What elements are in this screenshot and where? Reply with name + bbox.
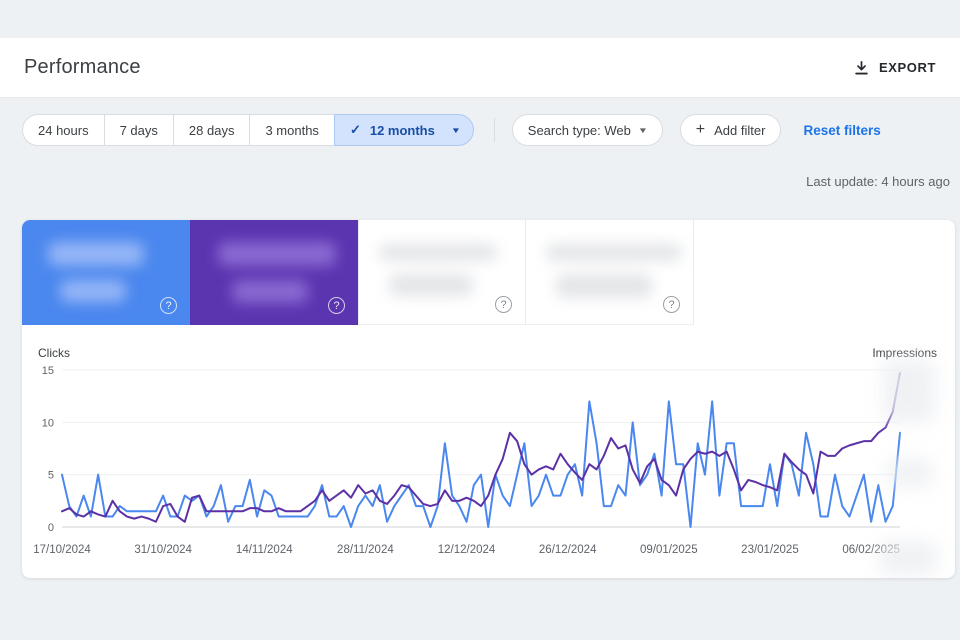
help-icon[interactable]: ? — [328, 297, 345, 314]
x-tick-label: 12/12/2024 — [438, 544, 496, 556]
x-tick-label: 26/12/2024 — [539, 544, 597, 556]
metric-card-blue[interactable]: ? — [22, 220, 190, 325]
performance-chart[interactable]: Clicks Impressions 05101517/10/202431/10… — [22, 325, 955, 578]
metric-card-white-1[interactable]: ? — [358, 220, 526, 325]
add-filter-label: Add filter — [714, 123, 765, 138]
performance-panel: ? ? ? ? Clicks Impressions 05101517/10/2… — [22, 220, 955, 578]
metric-card-purple[interactable]: ? — [190, 220, 358, 325]
date-range-3-months[interactable]: 3 months — [249, 114, 334, 146]
series-line-clicks — [62, 401, 900, 527]
chart-canvas[interactable]: 0 5 10 15 17/10/2024 31/10/2024 14/11/2024 28/1… — [22, 325, 955, 578]
add-filter-button[interactable]: + Add filter — [680, 114, 782, 146]
x-tick-label: 14/11/2024 — [236, 544, 293, 556]
chip-label: 12 months — [370, 123, 435, 138]
export-label: EXPORT — [879, 60, 936, 75]
chevron-down-icon: ▼ — [638, 126, 648, 135]
chevron-down-icon: ▼ — [451, 126, 461, 135]
date-range-24-hours[interactable]: 24 hours — [22, 114, 105, 146]
blurred-value — [48, 242, 144, 266]
x-tick-label: 23/01/2025 — [741, 544, 799, 556]
blurred-value — [546, 244, 682, 261]
blurred-value — [60, 280, 126, 302]
date-range-12-months-selected[interactable]: ✓ 12 months ▼ — [334, 114, 474, 146]
metric-card-white-2[interactable]: ? — [526, 220, 694, 325]
y-tick-label: 5 — [48, 470, 54, 482]
blurred-value — [218, 242, 336, 266]
filter-toolbar: 24 hours 7 days 28 days 3 months ✓ 12 mo… — [22, 114, 950, 146]
export-button[interactable]: EXPORT — [845, 53, 944, 82]
series-line-impressions — [62, 373, 900, 522]
date-range-7-days[interactable]: 7 days — [104, 114, 174, 146]
page-title: Performance — [24, 56, 141, 79]
blurred-value — [232, 280, 308, 303]
date-range-28-days[interactable]: 28 days — [173, 114, 251, 146]
help-icon[interactable]: ? — [495, 296, 512, 313]
blurred-value — [389, 274, 473, 296]
metric-cards-row: ? ? ? ? — [22, 220, 955, 325]
search-type-dropdown[interactable]: Search type: Web ▼ — [512, 114, 663, 146]
help-icon[interactable]: ? — [160, 297, 177, 314]
chip-label: 7 days — [120, 123, 158, 138]
blurred-value — [556, 274, 652, 298]
page-header: Performance EXPORT — [0, 38, 960, 98]
chip-label: 28 days — [189, 123, 235, 138]
date-range-group: 24 hours 7 days 28 days 3 months ✓ 12 mo… — [22, 114, 474, 146]
toolbar-divider — [494, 118, 495, 142]
y-tick-label: 10 — [42, 417, 54, 429]
last-update-text: Last update: 4 hours ago — [806, 174, 950, 189]
x-tick-label: 17/10/2024 — [33, 544, 91, 556]
x-tick-label: 31/10/2024 — [134, 544, 192, 556]
search-type-label: Search type: Web — [528, 123, 631, 138]
blurred-value — [379, 244, 497, 261]
chip-label: 3 months — [265, 123, 318, 138]
download-icon — [853, 59, 870, 76]
y-tick-label: 15 — [42, 365, 54, 377]
x-tick-label: 28/11/2024 — [337, 544, 394, 556]
plus-icon: + — [696, 121, 705, 139]
reset-filters-link[interactable]: Reset filters — [803, 123, 880, 138]
x-tick-label: 06/02/2025 — [842, 544, 900, 556]
check-icon: ✓ — [350, 122, 361, 138]
chip-label: 24 hours — [38, 123, 89, 138]
help-icon[interactable]: ? — [663, 296, 680, 313]
y-tick-label: 0 — [48, 522, 54, 534]
x-tick-label: 09/01/2025 — [640, 544, 698, 556]
